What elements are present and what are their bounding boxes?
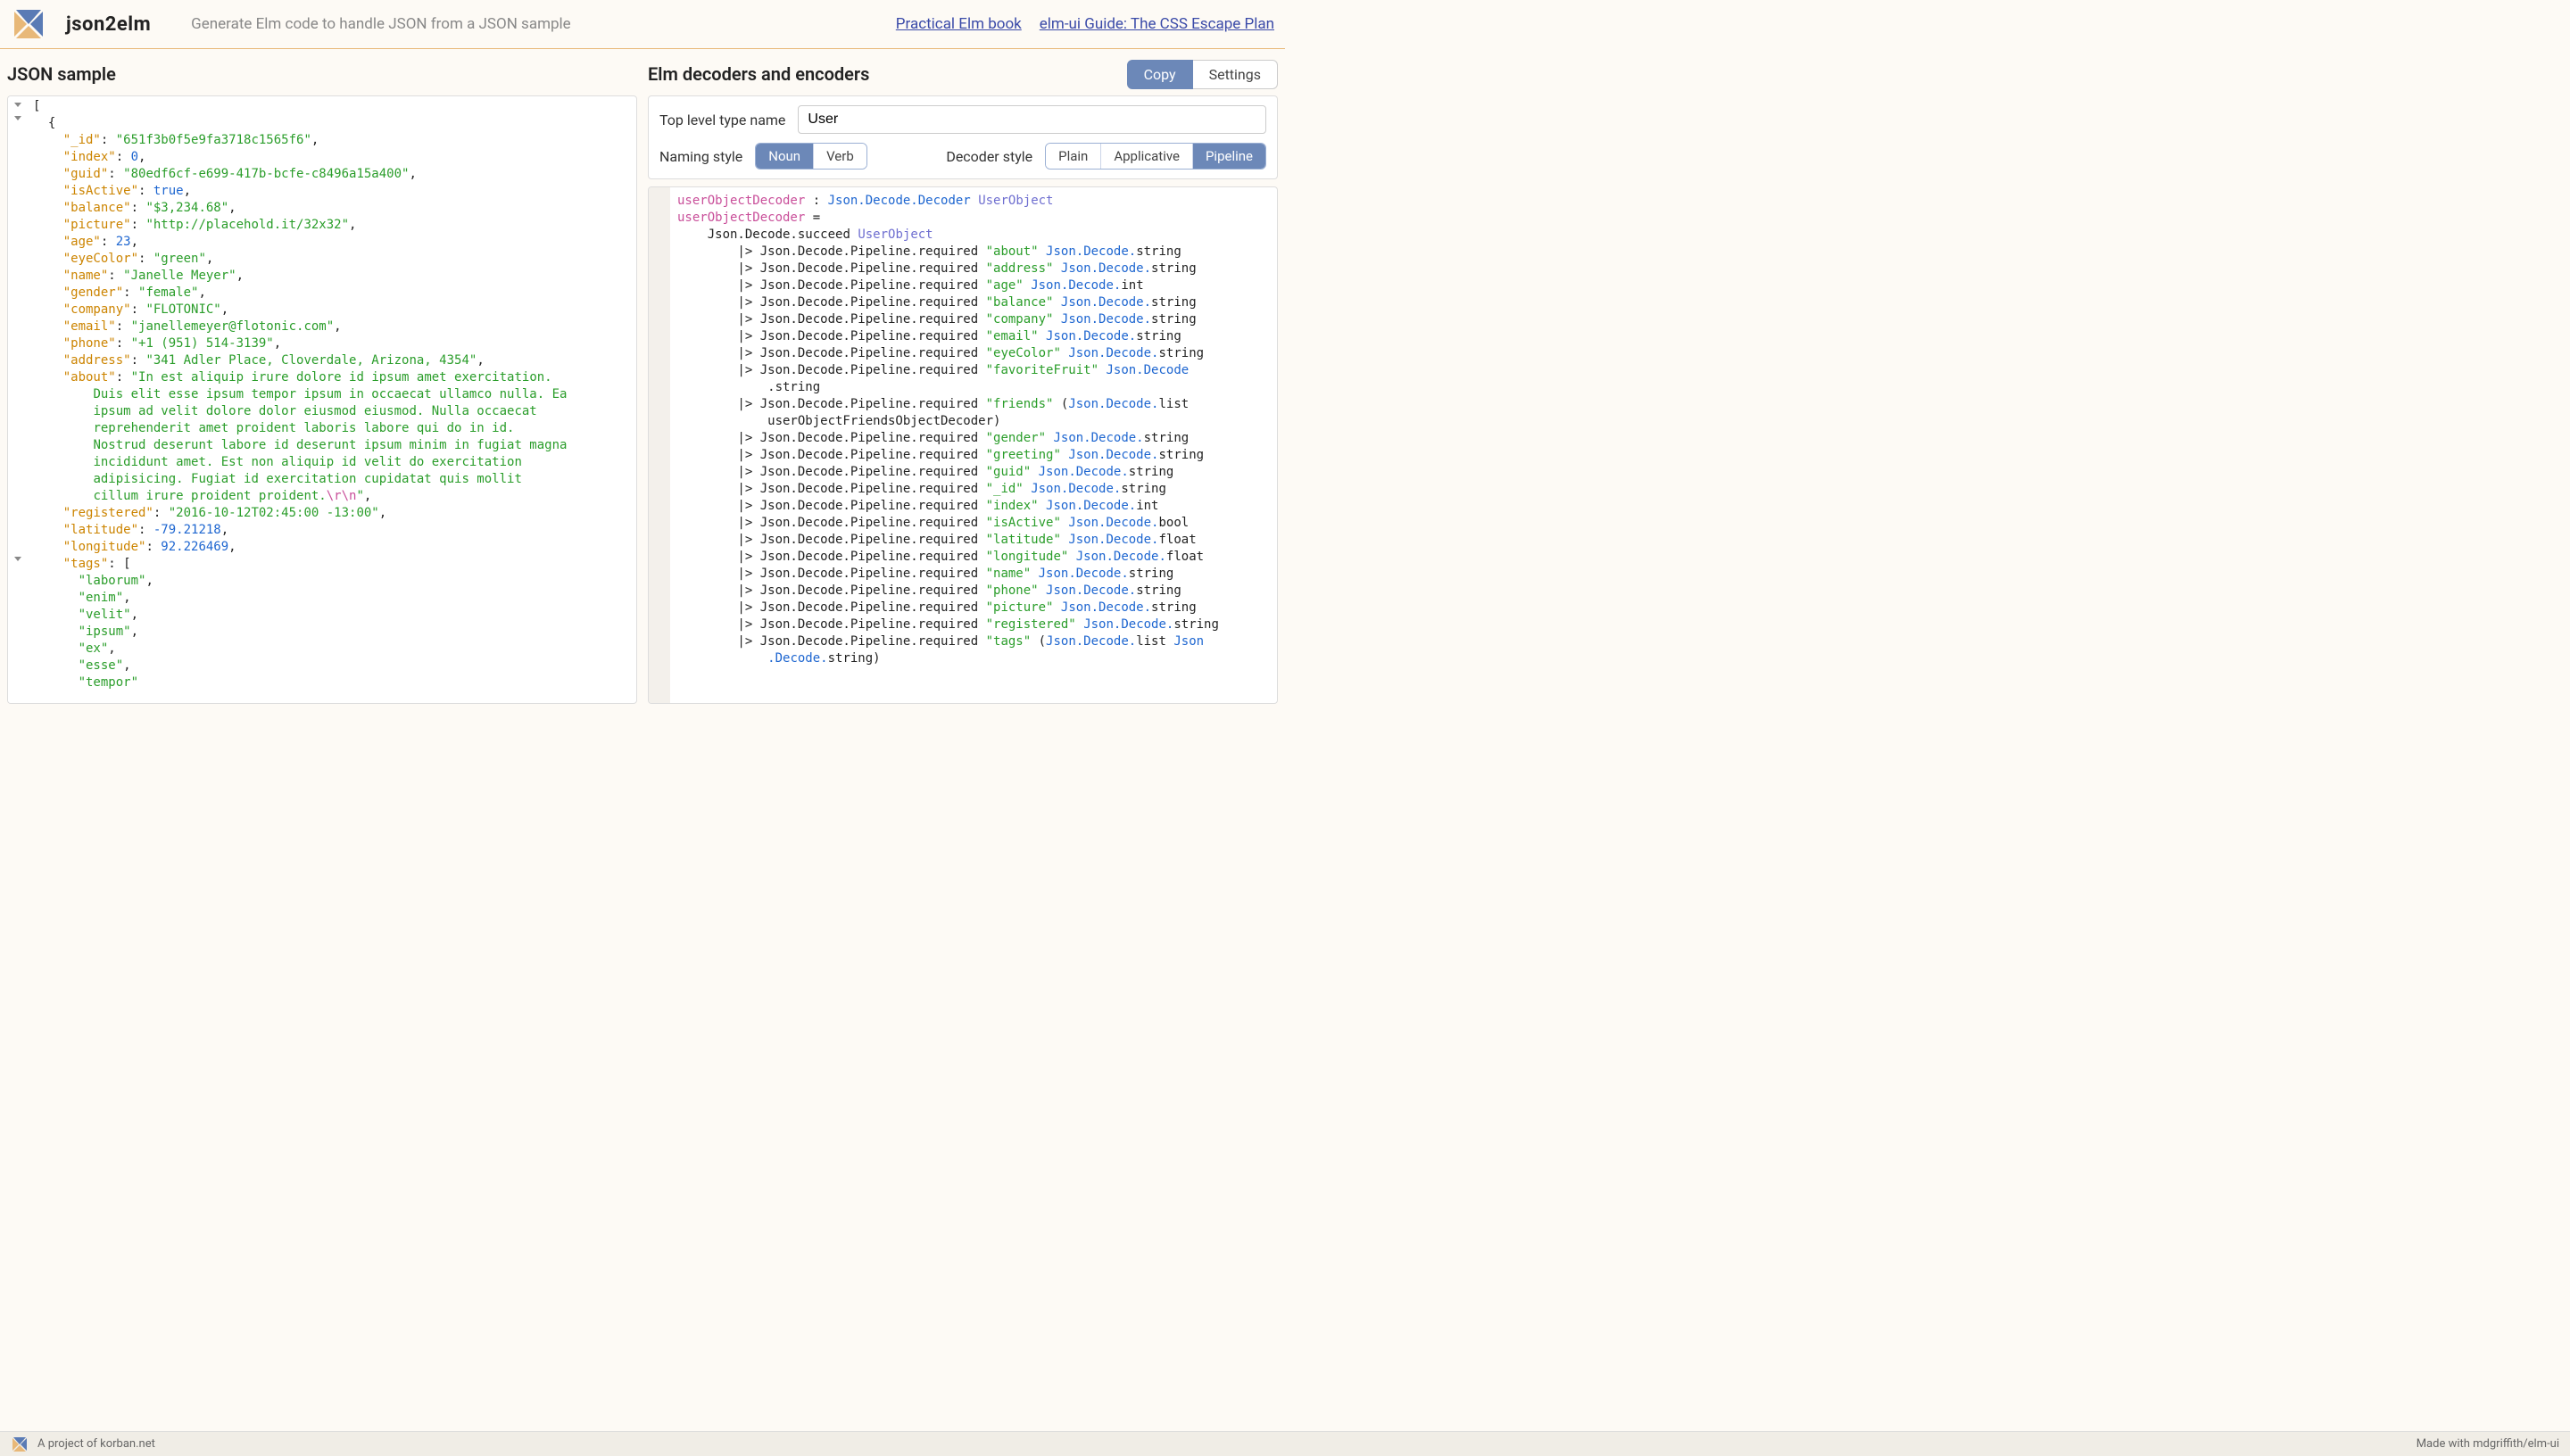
brand-title: json2elm (66, 13, 151, 36)
naming-noun[interactable]: Noun (756, 144, 814, 169)
json-panel: JSON sample [ { "_id": "651f3b0f5e9fa371… (7, 58, 637, 704)
json-code[interactable]: [ { "_id": "651f3b0f5e9fa3718c1565f6", "… (28, 96, 636, 703)
output-gutter (649, 187, 670, 703)
naming-style-group: Noun Verb (755, 143, 867, 170)
naming-style-label: Naming style (659, 148, 742, 165)
link-elm-ui-guide[interactable]: elm-ui Guide: The CSS Escape Plan (1040, 15, 1274, 33)
decoder-applicative[interactable]: Applicative (1101, 144, 1193, 169)
main: JSON sample [ { "_id": "651f3b0f5e9fa371… (0, 49, 1285, 704)
decoder-pipeline[interactable]: Pipeline (1193, 144, 1265, 169)
logo-block: json2elm (11, 6, 191, 42)
footer-logo-icon (11, 1435, 29, 1453)
logo-icon (11, 6, 46, 42)
header-links: Practical Elm book elm-ui Guide: The CSS… (896, 15, 1274, 33)
type-name-label: Top level type name (659, 112, 785, 128)
elm-output[interactable]: userObjectDecoder : Json.Decode.Decoder … (648, 186, 1278, 704)
header: json2elm Generate Elm code to handle JSO… (0, 0, 1285, 49)
settings-bar: Top level type name Naming style Noun Ve… (648, 95, 1278, 179)
link-practical-elm[interactable]: Practical Elm book (896, 15, 1022, 33)
decoder-style-label: Decoder style (946, 148, 1032, 165)
elm-panel: Elm decoders and encoders Copy Settings … (648, 58, 1278, 704)
tagline: Generate Elm code to handle JSON from a … (191, 15, 571, 33)
footer-right: Made with mdgriffith/elm-ui (2417, 1437, 2559, 1451)
json-editor[interactable]: [ { "_id": "651f3b0f5e9fa3718c1565f6", "… (7, 95, 637, 704)
json-panel-title: JSON sample (7, 63, 116, 85)
tab-copy[interactable]: Copy (1127, 60, 1193, 89)
decoder-plain[interactable]: Plain (1046, 144, 1101, 169)
fold-icon[interactable] (14, 116, 21, 120)
fold-icon[interactable] (14, 103, 21, 107)
tab-group: Copy Settings (1127, 60, 1278, 89)
footer: A project of korban.net Made with mdgrif… (0, 1431, 2570, 1456)
type-name-input[interactable] (798, 105, 1266, 134)
elm-panel-title: Elm decoders and encoders (648, 63, 869, 85)
elm-code: userObjectDecoder : Json.Decode.Decoder … (670, 187, 1277, 703)
fold-icon[interactable] (14, 557, 21, 561)
footer-left: A project of korban.net (37, 1437, 155, 1451)
editor-gutter (8, 96, 28, 703)
tab-settings[interactable]: Settings (1193, 60, 1278, 89)
decoder-style-group: Plain Applicative Pipeline (1045, 143, 1266, 170)
naming-verb[interactable]: Verb (814, 144, 866, 169)
